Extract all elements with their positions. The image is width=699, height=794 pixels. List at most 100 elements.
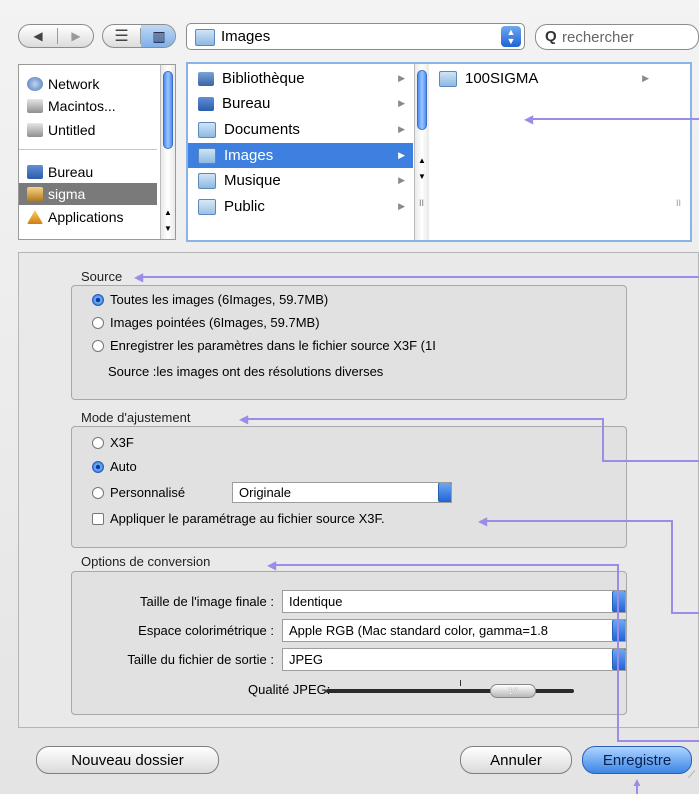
- column-item-musique[interactable]: Musique ▶: [188, 168, 413, 193]
- source-group: Toutes les images (6Images, 59.7MB) Imag…: [71, 285, 627, 400]
- sidebar-item-macintosh[interactable]: Macintos...: [19, 95, 157, 117]
- back-button[interactable]: ◀: [19, 25, 57, 47]
- chevron-right-icon: ▶: [398, 98, 405, 108]
- column-item-bibliotheque[interactable]: Bibliothèque ▶: [188, 66, 413, 91]
- applications-icon: [27, 210, 43, 224]
- sidebar-scroll-thumb[interactable]: [163, 71, 173, 149]
- back-arrow-icon: ◀: [33, 29, 43, 43]
- slider-track: [326, 689, 574, 693]
- new-folder-button[interactable]: Nouveau dossier: [36, 746, 219, 774]
- source-option-all[interactable]: Toutes les images (6Images, 59.7MB): [92, 292, 328, 307]
- checkbox-icon: [92, 512, 104, 525]
- forward-arrow-icon: ▶: [71, 29, 81, 43]
- adjust-title: Mode d'ajustement: [81, 410, 191, 425]
- search-icon: Q: [545, 28, 557, 45]
- adjust-option-custom[interactable]: Personnalisé: [92, 485, 185, 500]
- column-view-icon: ▥: [152, 27, 166, 44]
- scroll-up-icon[interactable]: ▲: [164, 208, 172, 217]
- column-item-images[interactable]: Images ▶: [188, 143, 413, 168]
- hard-disk-icon: [27, 99, 43, 113]
- location-popup[interactable]: Images ▲ ▼: [186, 23, 525, 50]
- chevron-right-icon: ▶: [398, 201, 405, 211]
- source-option-flagged[interactable]: Images pointées (6Images, 59.7MB): [92, 315, 320, 330]
- size-select[interactable]: Identique: [282, 590, 626, 613]
- location-stepper-icon: ▲ ▼: [501, 26, 521, 47]
- column-resize-icon[interactable]: II: [419, 198, 424, 208]
- sidebar-item-bureau[interactable]: Bureau: [19, 161, 157, 183]
- source-title: Source: [81, 269, 123, 284]
- save-button[interactable]: Enregistre: [582, 746, 692, 774]
- documents-folder-icon: [198, 121, 216, 138]
- folder-icon: [195, 29, 215, 46]
- chevron-right-icon: ▶: [398, 124, 405, 134]
- desktop-folder-icon: [198, 96, 214, 111]
- chevron-right-icon: ▶: [398, 150, 405, 160]
- folder-icon: [439, 70, 457, 87]
- source-option-save-x3f[interactable]: Enregistrer les paramètres dans le fichi…: [92, 338, 522, 353]
- forward-button[interactable]: ▶: [58, 25, 94, 47]
- column-browser: Bibliothèque ▶ Bureau ▶ Documents ▶ Imag…: [186, 62, 692, 242]
- scroll-up-icon[interactable]: ▲: [418, 156, 426, 165]
- conversion-title: Options de conversion: [81, 554, 211, 569]
- conversion-group: Taille de l'image finale : Identique Esp…: [71, 571, 627, 715]
- network-icon: [27, 77, 43, 91]
- desktop-folder-icon: [27, 165, 43, 179]
- sidebar-scrollbar[interactable]: ▲ ▼: [160, 65, 175, 239]
- cancel-button[interactable]: Annuler: [460, 746, 572, 774]
- scroll-down-icon[interactable]: ▼: [164, 224, 172, 233]
- pictures-folder-icon: [198, 147, 216, 164]
- source-note: Source :les images ont des résolutions d…: [108, 364, 384, 379]
- custom-mode-select[interactable]: Originale: [232, 482, 452, 503]
- column-item-documents[interactable]: Documents ▶: [188, 117, 413, 142]
- list-view-button[interactable]: ☰: [103, 25, 140, 47]
- radio-icon: [92, 436, 104, 449]
- options-panel: Source Toutes les images (6Images, 59.7M…: [18, 252, 699, 728]
- search-placeholder: rechercher: [562, 29, 634, 46]
- sidebar-item-untitled[interactable]: Untitled: [19, 119, 157, 141]
- adjust-option-auto[interactable]: Auto: [92, 459, 137, 474]
- sidebar: Network Macintos... Untitled Bureau sigm…: [18, 64, 176, 240]
- column-item-bureau[interactable]: Bureau ▶: [188, 91, 413, 116]
- jpeg-quality-slider[interactable]: 10: [326, 680, 574, 698]
- view-mode-control: ☰ ▥: [102, 24, 176, 48]
- color-space-select[interactable]: Apple RGB (Mac standard color, gamma=1.8: [282, 619, 626, 642]
- apply-to-x3f-checkbox[interactable]: Appliquer le paramétrage au fichier sour…: [92, 511, 385, 526]
- column1-scrollbar[interactable]: ▲ ▼ II: [414, 64, 429, 240]
- sidebar-item-applications[interactable]: Applications: [19, 206, 157, 228]
- column-item-public[interactable]: Public ▶: [188, 194, 413, 219]
- scroll-down-icon[interactable]: ▼: [418, 172, 426, 181]
- search-field[interactable]: Q rechercher: [535, 24, 699, 50]
- dropdown-arrow-icon: [438, 483, 451, 502]
- jpeg-quality-label: Qualité JPEG:: [248, 682, 331, 697]
- radio-icon: [92, 339, 104, 352]
- chevron-right-icon: ▶: [398, 73, 405, 83]
- size-label: Taille de l'image finale :: [140, 594, 274, 609]
- list-view-icon: ☰: [114, 28, 129, 45]
- adjust-group: X3F Auto Personnalisé Originale Applique…: [71, 426, 627, 548]
- history-nav: ◀ ▶: [18, 24, 94, 48]
- save-dialog: ◀ ▶ ☰ ▥ Images ▲▼ Q rechercher Network: [0, 0, 699, 794]
- music-folder-icon: [198, 172, 216, 189]
- sidebar-item-sigma[interactable]: sigma: [19, 183, 157, 205]
- output-label: Taille du fichier de sortie :: [127, 652, 274, 667]
- library-folder-icon: [198, 71, 214, 86]
- sidebar-item-network[interactable]: Network: [19, 73, 157, 95]
- home-icon: [27, 187, 43, 201]
- color-space-label: Espace colorimétrique :: [138, 623, 274, 638]
- dropdown-arrow-icon: [612, 649, 625, 670]
- chevron-right-icon: ▶: [642, 73, 649, 83]
- public-folder-icon: [198, 198, 216, 215]
- dropdown-arrow-icon: [612, 620, 625, 641]
- column-item-100sigma[interactable]: 100SIGMA ▶: [429, 66, 657, 91]
- hard-disk-icon: [27, 123, 43, 137]
- resize-grip-icon[interactable]: ⟋: [688, 770, 695, 781]
- column-resize-icon[interactable]: II: [676, 198, 681, 208]
- column-view-button[interactable]: ▥: [141, 25, 175, 47]
- adjust-option-x3f[interactable]: X3F: [92, 435, 134, 450]
- column1-scroll-thumb[interactable]: [417, 70, 427, 130]
- slider-thumb[interactable]: 10: [490, 684, 536, 698]
- radio-selected-icon: [92, 293, 104, 306]
- output-select[interactable]: JPEG: [282, 648, 626, 671]
- slider-tick: [460, 680, 461, 686]
- location-label: Images: [221, 28, 271, 45]
